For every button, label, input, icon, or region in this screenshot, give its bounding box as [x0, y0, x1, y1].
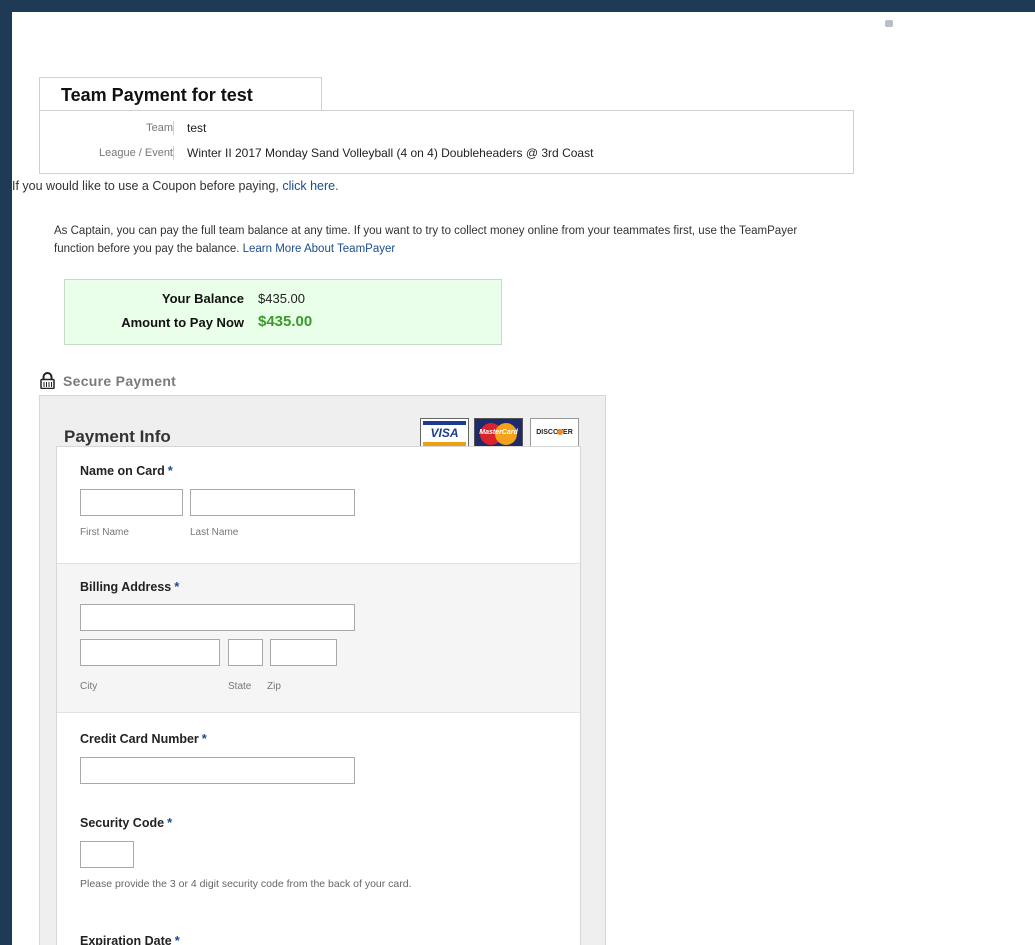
billing-address-label: Billing Address *: [80, 579, 179, 594]
city-input[interactable]: [80, 639, 220, 666]
required-mark: *: [174, 933, 180, 945]
background-top: [0, 0, 1035, 12]
last-name-hint: Last Name: [190, 527, 239, 538]
divider: [173, 146, 174, 160]
page-title: Team Payment for test: [39, 77, 322, 110]
first-name-input[interactable]: [80, 489, 183, 516]
coupon-link[interactable]: click here.: [282, 179, 338, 193]
discover-card-icon: DISCOVER: [530, 418, 579, 449]
captain-message: As Captain, you can pay the full team ba…: [54, 225, 798, 255]
city-hint: City: [80, 681, 98, 692]
name-section: Name on Card * First Name Last Name: [57, 447, 580, 563]
your-balance-value: $435.00: [258, 291, 305, 306]
lock-icon: [40, 372, 55, 390]
payment-info-panel: Payment Info VISA MasterCard DISCOVER Na…: [39, 395, 606, 945]
security-code-input[interactable]: [80, 841, 134, 868]
zip-input[interactable]: [270, 639, 337, 666]
captain-info: As Captain, you can pay the full team ba…: [54, 222, 814, 258]
name-on-card-label: Name on Card *: [80, 463, 173, 478]
balance-box: Your Balance $435.00 Amount to Pay Now $…: [64, 279, 502, 345]
last-name-input[interactable]: [190, 489, 355, 516]
first-name-hint: First Name: [80, 527, 129, 538]
address-input[interactable]: [80, 604, 355, 631]
required-mark: *: [167, 463, 173, 478]
coupon-text: If you would like to use a Coupon before…: [12, 179, 339, 193]
payment-info-title: Payment Info: [64, 427, 171, 446]
credit-card-input[interactable]: [80, 757, 355, 784]
name-on-card-text: Name on Card: [80, 464, 165, 478]
security-code-text: Security Code: [80, 816, 165, 830]
state-input[interactable]: [228, 639, 263, 666]
divider: [173, 121, 174, 135]
secure-payment-label: Secure Payment: [63, 373, 177, 389]
event-row: League / Event Winter II 2017 Monday San…: [40, 142, 853, 164]
zip-hint: Zip: [267, 681, 281, 692]
content-panel: Team Payment for test Team test League /…: [12, 12, 1035, 945]
your-balance-label: Your Balance: [161, 291, 244, 306]
scrollbar-thumb[interactable]: [885, 20, 893, 27]
required-mark: *: [167, 815, 173, 830]
team-label: Team: [146, 122, 173, 134]
required-mark: *: [174, 579, 180, 594]
pay-now-label: Amount to Pay Now: [121, 315, 244, 330]
state-hint: State: [228, 681, 252, 692]
mastercard-icon: MasterCard: [474, 418, 523, 449]
pay-now-value: $435.00: [258, 313, 313, 330]
security-code-note: Please provide the 3 or 4 digit security…: [80, 878, 412, 890]
visa-card-icon: VISA: [420, 418, 469, 449]
team-row: Team test: [40, 117, 853, 139]
mastercard-text: MasterCard: [479, 429, 518, 436]
secure-payment-heading: Secure Payment: [40, 372, 177, 390]
credit-card-label: Credit Card Number *: [80, 731, 207, 746]
discover-text: DISCOVER: [536, 429, 573, 436]
billing-address-text: Billing Address: [80, 580, 172, 594]
event-value: Winter II 2017 Monday Sand Volleyball (4…: [187, 146, 594, 160]
credit-card-text: Credit Card Number: [80, 732, 199, 746]
team-info-table: Team test League / Event Winter II 2017 …: [39, 110, 854, 174]
payment-form: Name on Card * First Name Last Name Billi…: [56, 446, 581, 945]
coupon-message: If you would like to use a Coupon before…: [12, 179, 279, 193]
visa-text: VISA: [430, 426, 459, 440]
required-mark: *: [201, 731, 207, 746]
expiration-date-label: Expiration Date *: [80, 933, 180, 945]
billing-section: Billing Address * City State Zip: [57, 563, 580, 713]
teampayer-link[interactable]: Learn More About TeamPayer: [243, 243, 396, 255]
expiration-date-text: Expiration Date: [80, 934, 172, 945]
security-code-label: Security Code *: [80, 815, 172, 830]
event-label: League / Event: [98, 147, 173, 159]
team-value: test: [187, 121, 207, 135]
card-section: Credit Card Number * Security Code * Pleas…: [57, 713, 580, 945]
